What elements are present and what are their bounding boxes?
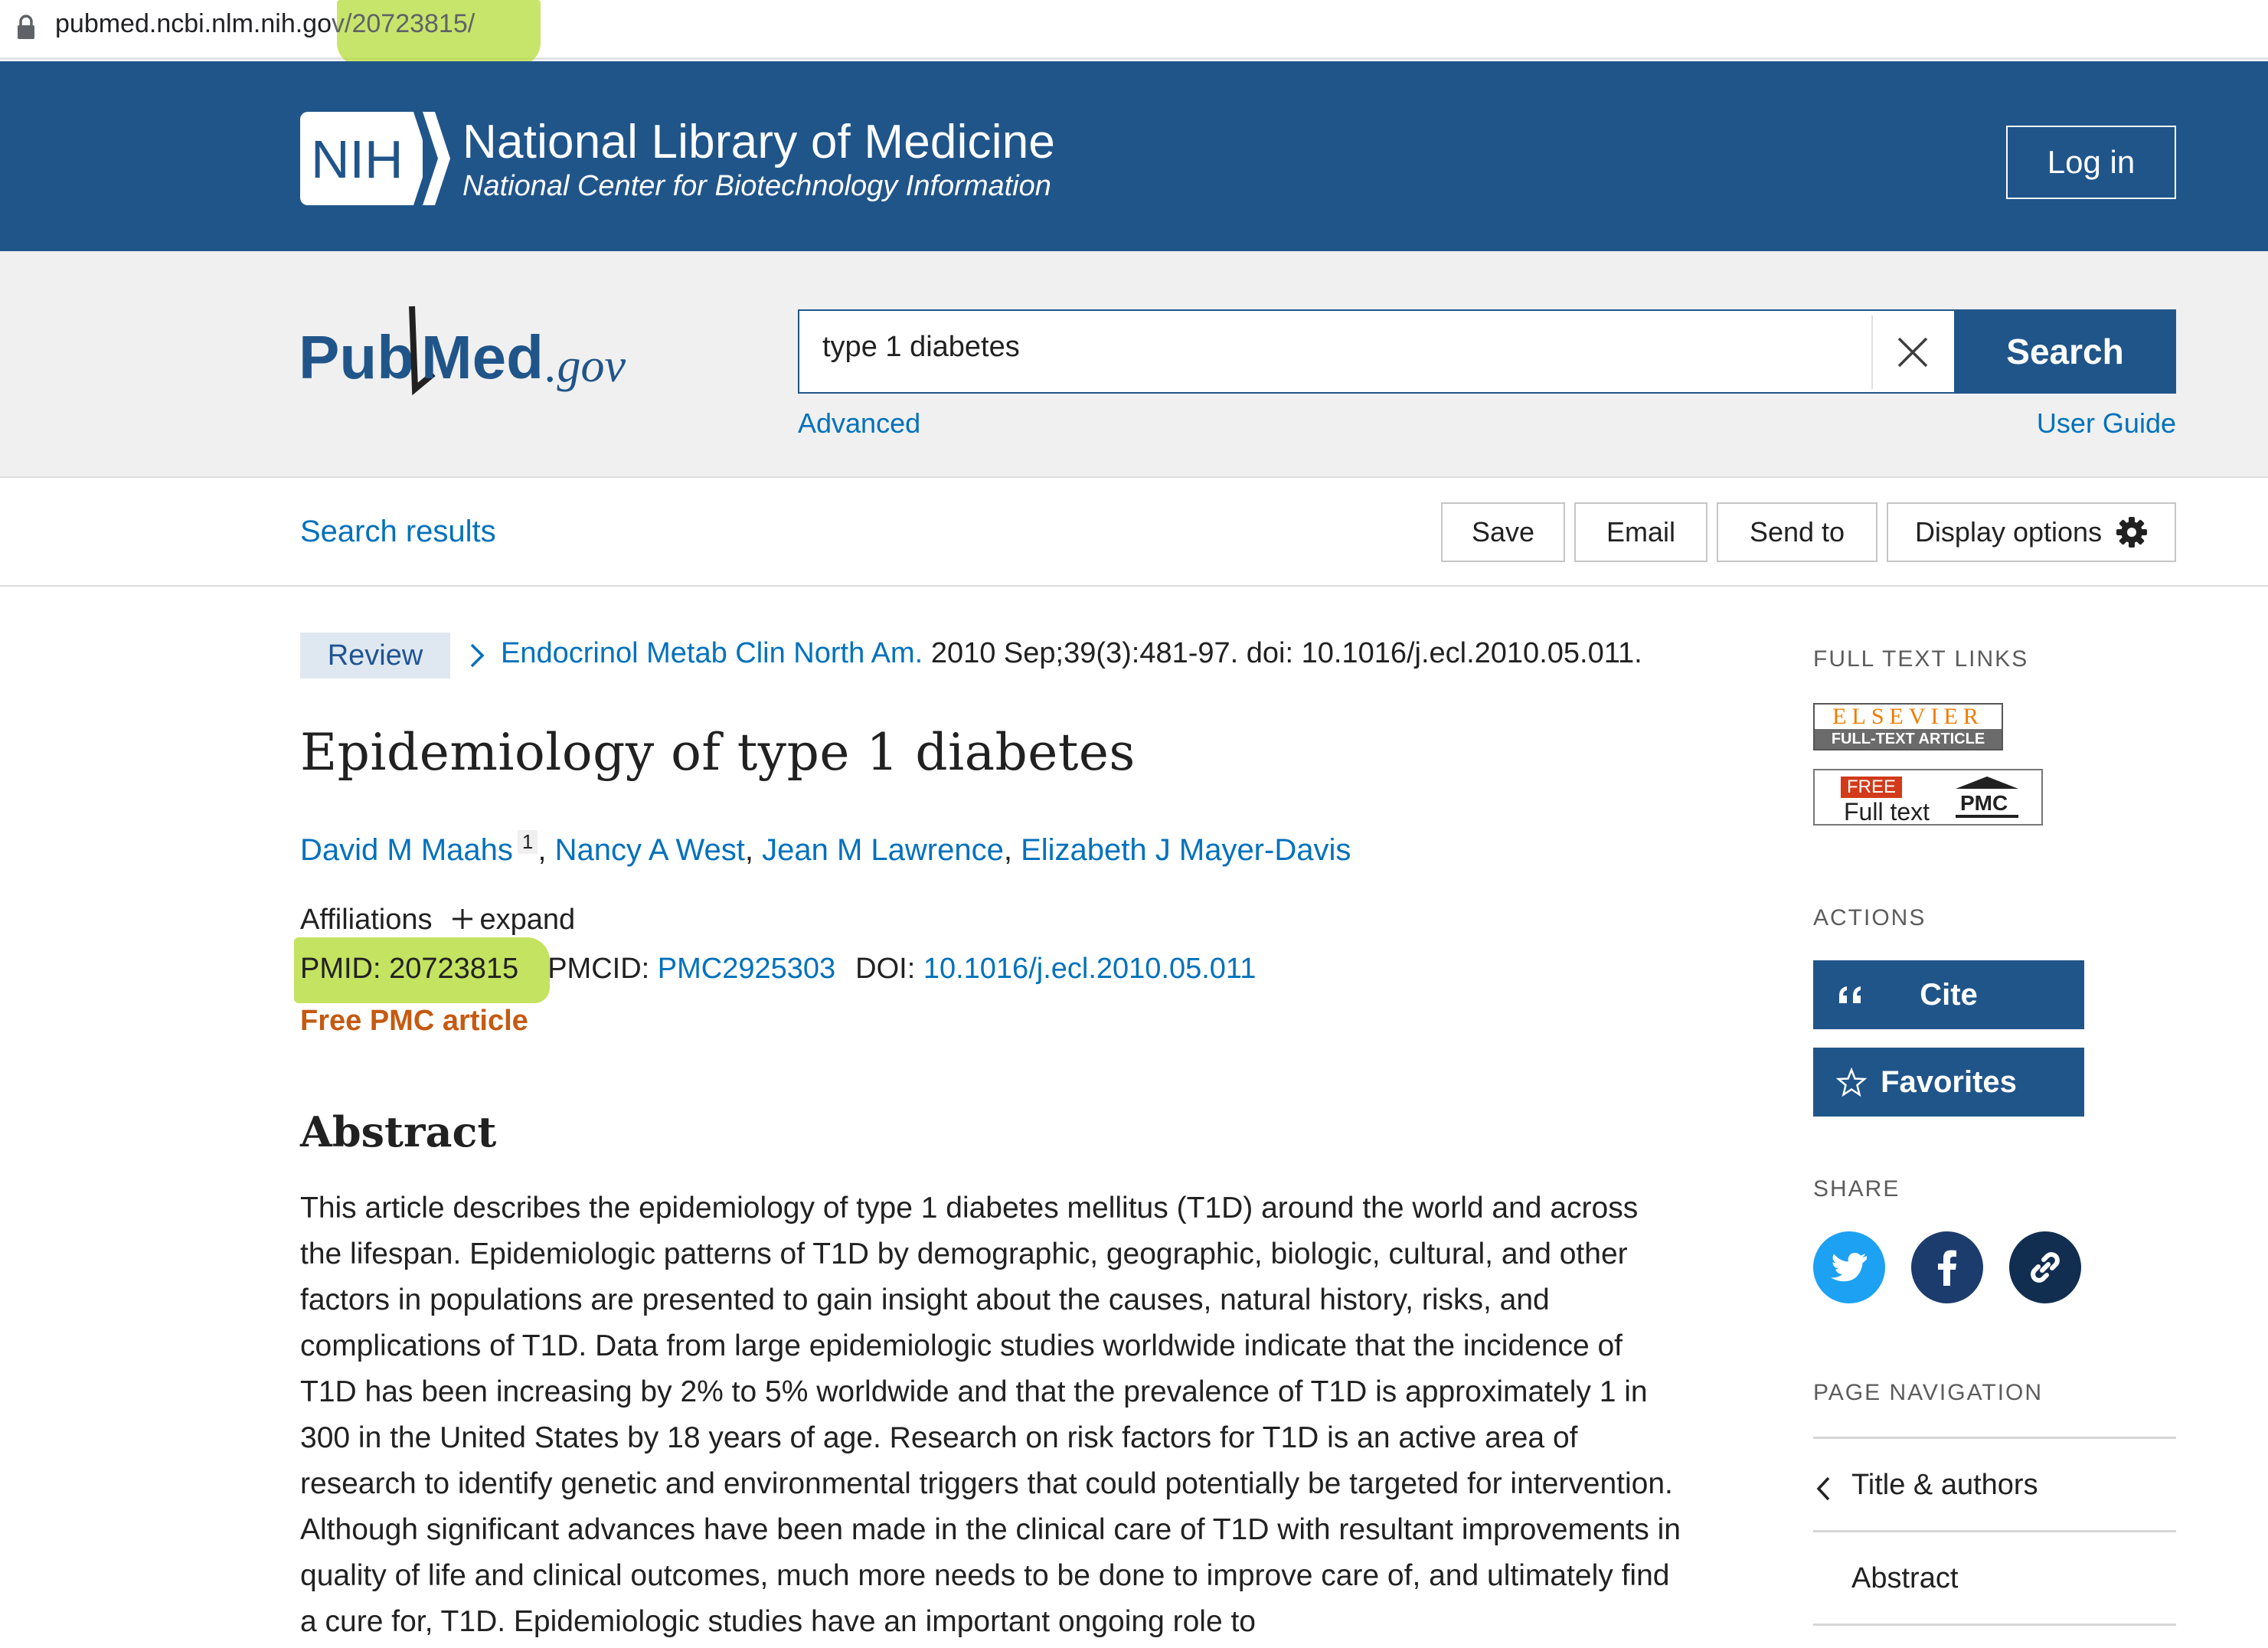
cite-button[interactable]: Cite bbox=[1813, 960, 2084, 1029]
svg-text:PMC: PMC bbox=[1960, 791, 2008, 815]
abstract-heading: Abstract bbox=[300, 1107, 497, 1156]
gear-icon bbox=[2116, 517, 2148, 548]
pmcid-label: PMCID: bbox=[547, 953, 650, 985]
author-link[interactable]: Elizabeth J Mayer-Davis bbox=[1021, 833, 1351, 867]
actions-heading: ACTIONS bbox=[1813, 905, 1926, 930]
pmc-full-text-label: Full text bbox=[1844, 798, 1930, 826]
nav-abstract[interactable]: Abstract bbox=[1851, 1562, 1958, 1595]
pmcid-link[interactable]: PMC2925303 bbox=[658, 953, 835, 985]
share-heading: SHARE bbox=[1813, 1176, 1900, 1202]
facebook-share-button[interactable] bbox=[1911, 1231, 1983, 1303]
user-guide-link[interactable]: User Guide bbox=[2037, 407, 2176, 440]
abstract-text: This article describes the epidemiology … bbox=[300, 1192, 1681, 1638]
search-box bbox=[798, 309, 1954, 394]
article-title: Epidemiology of type 1 diabetes bbox=[300, 723, 1136, 782]
link-icon bbox=[2031, 1252, 2060, 1283]
elsevier-logo-text: ELSEVIER bbox=[1832, 704, 1984, 729]
nav-divider bbox=[1813, 1437, 2176, 1439]
cite-label: Cite bbox=[1920, 977, 1978, 1012]
close-icon bbox=[1897, 337, 1928, 368]
browser-address-bar[interactable]: pubmed.ncbi.nlm.nih.gov/20723815/ bbox=[0, 0, 2268, 66]
url-text[interactable]: pubmed.ncbi.nlm.nih.gov/20723815/ bbox=[55, 9, 475, 39]
action-bar: Search results Save Email Send to Displa… bbox=[0, 478, 2268, 587]
elsevier-full-text-link[interactable]: ELSEVIER FULL-TEXT ARTICLE bbox=[1813, 703, 2003, 750]
pmc-free-label: FREE bbox=[1841, 777, 1902, 798]
chevron-right-icon[interactable] bbox=[469, 640, 487, 671]
lock-icon bbox=[18, 15, 34, 39]
nav-divider bbox=[1813, 1530, 2176, 1532]
svg-text:.gov: .gov bbox=[545, 340, 626, 392]
free-pmc-article-label: Free PMC article bbox=[300, 1005, 528, 1037]
affiliations-label: Affiliations bbox=[300, 904, 433, 936]
author-separator: , bbox=[538, 833, 547, 867]
twitter-share-button[interactable] bbox=[1813, 1231, 1885, 1303]
email-button[interactable]: Email bbox=[1574, 502, 1708, 562]
search-results-link[interactable]: Search results bbox=[300, 515, 496, 549]
permalink-share-button[interactable] bbox=[2009, 1231, 2081, 1303]
svg-text:NIH: NIH bbox=[311, 129, 404, 189]
search-input[interactable] bbox=[822, 331, 1818, 364]
author-link[interactable]: David M Maahs bbox=[300, 833, 513, 867]
author-list: David M Maahs 1, Nancy A West, Jean M Law… bbox=[300, 830, 1351, 868]
journal-citation: Endocrinol Metab Clin North Am. 2010 Sep… bbox=[501, 637, 1642, 670]
full-text-links-heading: FULL TEXT LINKS bbox=[1813, 646, 2029, 672]
author-separator: , bbox=[1003, 833, 1012, 867]
pubmed-logo[interactable]: Pub Med .gov bbox=[299, 299, 651, 406]
article-type-tag: Review bbox=[300, 633, 450, 678]
send-to-button[interactable]: Send to bbox=[1717, 502, 1877, 562]
svg-text:Med: Med bbox=[421, 323, 544, 391]
save-button[interactable]: Save bbox=[1441, 502, 1565, 562]
search-button[interactable]: Search bbox=[1954, 309, 2176, 394]
nav-title-authors[interactable]: Title & authors bbox=[1851, 1469, 2038, 1502]
display-options-label: Display options bbox=[1914, 516, 2103, 548]
nih-logo[interactable]: NIH bbox=[300, 112, 450, 205]
clear-search-button[interactable] bbox=[1871, 316, 1953, 389]
nav-divider bbox=[1813, 1623, 2176, 1626]
login-button[interactable]: Log in bbox=[2006, 126, 2176, 199]
nih-banner: NIH National Library of Medicine Nationa… bbox=[0, 61, 2268, 251]
display-options-button[interactable]: Display options bbox=[1887, 502, 2176, 562]
pmid: PMID: 20723815 bbox=[300, 953, 519, 985]
nlm-subtitle: National Center for Biotechnology Inform… bbox=[462, 170, 1051, 202]
nlm-title[interactable]: National Library of Medicine bbox=[462, 115, 1055, 169]
pmc-logo-icon: PMC bbox=[1956, 777, 2018, 818]
citation-details: 2010 Sep;39(3):481-97. doi: 10.1016/j.ec… bbox=[930, 637, 1642, 669]
pmc-full-text-link[interactable]: FREE Full text PMC bbox=[1813, 769, 2043, 826]
doi-label: DOI: bbox=[855, 953, 916, 985]
affiliations-row[interactable]: Affiliations expand bbox=[300, 904, 575, 937]
favorites-button[interactable]: Favorites bbox=[1813, 1048, 2084, 1117]
url-base: pubmed.ncbi.nlm.nih.go bbox=[55, 9, 332, 38]
affiliation-marker[interactable]: 1 bbox=[517, 830, 538, 854]
article-identifiers: PMID: 20723815 PMCID: PMC2925303 DOI: 10.1… bbox=[300, 953, 1256, 986]
facebook-icon bbox=[1938, 1250, 1956, 1286]
svg-text:Pub: Pub bbox=[299, 323, 414, 391]
elsevier-subtitle: FULL-TEXT ARTICLE bbox=[1815, 729, 2002, 749]
doi-link[interactable]: 10.1016/j.ecl.2010.05.011 bbox=[923, 953, 1257, 985]
author-link[interactable]: Jean M Lawrence bbox=[762, 833, 1004, 867]
favorites-label: Favorites bbox=[1881, 1064, 2017, 1099]
page-navigation-heading: PAGE NAVIGATION bbox=[1813, 1380, 2044, 1405]
advanced-search-link[interactable]: Advanced bbox=[798, 407, 920, 440]
chevron-left-icon bbox=[1816, 1476, 1830, 1501]
author-link[interactable]: Nancy A West bbox=[555, 833, 745, 867]
twitter-icon bbox=[1831, 1253, 1867, 1282]
search-section: Pub Med .gov Search Advanced User Guide bbox=[0, 251, 2268, 478]
plus-icon[interactable] bbox=[451, 907, 474, 930]
journal-link[interactable]: Endocrinol Metab Clin North Am. bbox=[501, 637, 923, 669]
author-separator: , bbox=[744, 833, 753, 867]
url-path: v/20723815/ bbox=[332, 9, 475, 38]
expand-link[interactable]: expand bbox=[480, 904, 576, 936]
